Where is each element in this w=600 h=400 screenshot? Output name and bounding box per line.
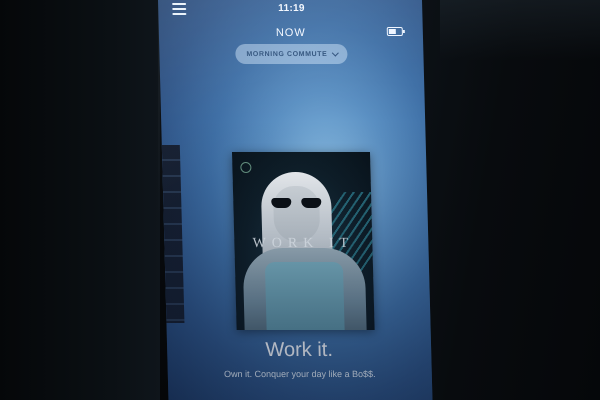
status-time: 11:19 <box>278 3 305 14</box>
portrait-face-graphic <box>272 186 321 242</box>
device-bezel <box>420 0 600 400</box>
album-art[interactable]: WORK IT <box>231 152 375 330</box>
page-title: NOW <box>275 27 306 39</box>
track-subtitle: Own it. Conquer your day like a Bo$$. <box>223 369 376 379</box>
previous-card-peek[interactable] <box>161 145 185 323</box>
spotify-badge-icon <box>240 162 252 173</box>
track-title: Work it. <box>265 339 334 361</box>
sunglasses-graphic <box>269 198 323 208</box>
hamburger-menu-icon[interactable] <box>172 3 187 17</box>
album-art-text: WORK IT <box>252 236 355 251</box>
chevron-down-icon <box>331 49 339 57</box>
phone-screen: 11:19 NOW MORNING COMMUTE WORK IT Work i… <box>158 0 433 400</box>
monitor-edge <box>0 0 160 400</box>
portrait-top-graphic <box>264 262 345 330</box>
playlist-selector-label: MORNING COMMUTE <box>246 50 328 58</box>
playlist-selector-button[interactable]: MORNING COMMUTE <box>235 44 348 64</box>
photo-scene: 11:19 NOW MORNING COMMUTE WORK IT Work i… <box>0 0 600 400</box>
